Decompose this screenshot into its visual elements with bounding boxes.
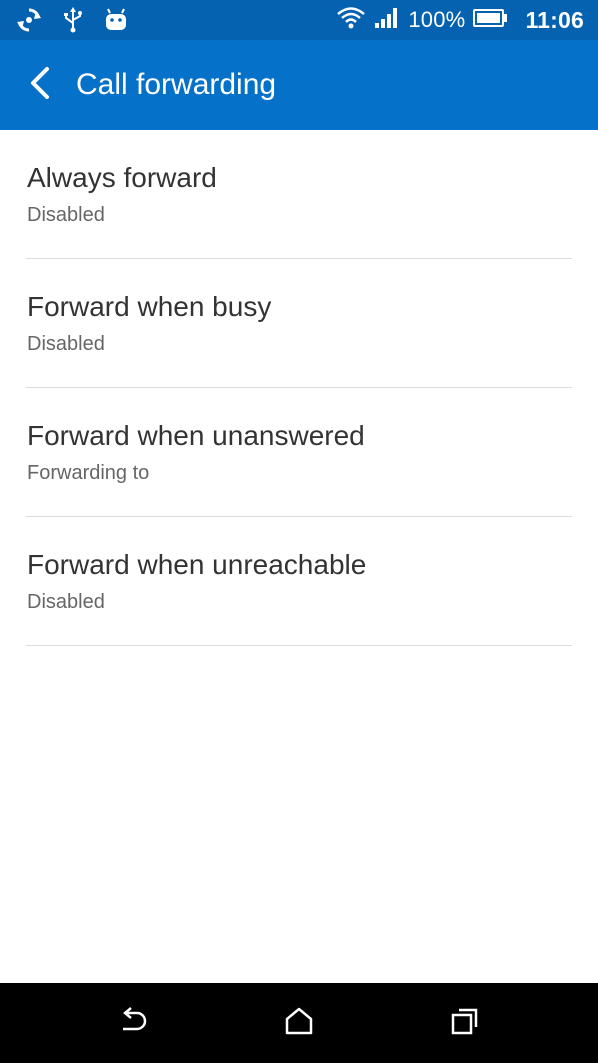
chevron-left-icon <box>29 66 51 105</box>
status-icons-left <box>16 7 128 38</box>
list-item-status: Forwarding to <box>27 462 150 484</box>
list-item-forward-when-unreachable[interactable]: Forward when unreachable Disabled <box>26 517 572 646</box>
list-item-always-forward[interactable]: Always forward Disabled <box>26 130 572 259</box>
nav-recent-apps-button[interactable] <box>445 1003 485 1043</box>
sync-icon <box>16 7 42 38</box>
usb-icon <box>62 7 84 38</box>
list-item-title: Always forward <box>27 162 217 193</box>
android-debug-icon <box>104 7 128 38</box>
battery-icon <box>473 8 508 32</box>
wifi-icon <box>336 5 366 36</box>
clock: 11:06 <box>525 6 584 33</box>
back-button[interactable] <box>18 62 62 108</box>
list-item-status: Disabled <box>27 591 105 613</box>
navigation-bar <box>0 983 598 1063</box>
recent-apps-icon <box>450 1006 480 1041</box>
list-item-title: Forward when unanswered <box>27 420 365 451</box>
back-arrow-icon <box>117 1006 149 1041</box>
nav-home-button[interactable] <box>279 1003 319 1043</box>
battery-percent: 100% <box>408 7 466 32</box>
status-icons-right: 100% 11:06 <box>336 0 584 40</box>
nav-back-button[interactable] <box>113 1003 153 1043</box>
list-item-status: Disabled <box>27 333 105 355</box>
page-title: Call forwarding <box>76 68 277 101</box>
status-bar: 100% 11:06 <box>0 0 598 40</box>
signal-icon <box>374 7 400 34</box>
call-forwarding-list: Always forward Disabled Forward when bus… <box>0 130 598 646</box>
app-bar: Call forwarding <box>0 40 598 130</box>
list-item-forward-when-unanswered[interactable]: Forward when unanswered Forwarding to <box>26 388 572 517</box>
list-item-title: Forward when busy <box>27 291 272 322</box>
list-item-title: Forward when unreachable <box>27 549 367 580</box>
list-item-status: Disabled <box>27 204 105 226</box>
list-item-forward-when-busy[interactable]: Forward when busy Disabled <box>26 259 572 388</box>
home-icon <box>284 1006 314 1041</box>
